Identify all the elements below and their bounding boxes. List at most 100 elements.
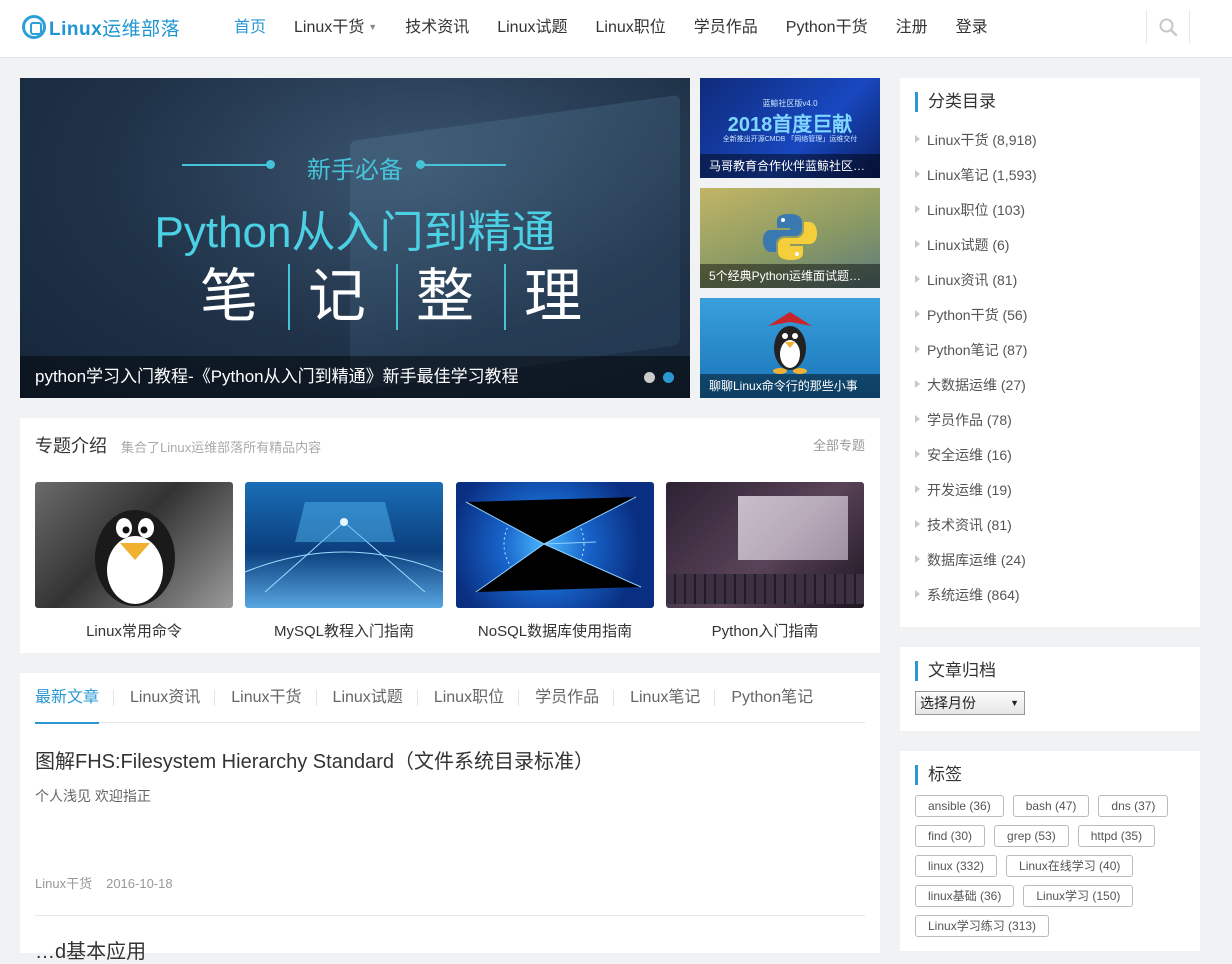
tux-penguin-icon (95, 510, 175, 606)
nav-item-student-works[interactable]: 学员作品 (680, 0, 772, 58)
slider-dot-2[interactable] (663, 372, 674, 383)
nav-item-home[interactable]: 首页 (220, 0, 280, 58)
slider-note-char: 记 (288, 264, 366, 330)
month-select[interactable]: 选择月份 ▼ (915, 691, 1025, 715)
post-category[interactable]: Linux干货 (35, 876, 92, 891)
category-item[interactable]: Linux试题 (6) (915, 234, 1037, 269)
tag-item[interactable]: Linux在线学习 (40) (1006, 855, 1134, 877)
month-select-value: 选择月份 (920, 695, 976, 711)
tag-item[interactable]: httpd (35) (1077, 825, 1156, 847)
tab-linux-notes[interactable]: Linux笔记 (630, 673, 716, 723)
tab-linux-ganhuo[interactable]: Linux干货 (231, 673, 317, 723)
logo-text: Linux运维部落 (49, 18, 181, 40)
site-logo[interactable]: Linux运维部落 (22, 12, 180, 42)
tab-latest[interactable]: 最新文章 (35, 673, 115, 724)
feature-headline: 2018首度巨献 (727, 114, 853, 136)
post-title[interactable]: 图解FHS:Filesystem Hierarchy Standard（文件系统… (35, 745, 594, 774)
topic-name: MySQL教程入门指南 (273, 623, 414, 640)
category-item[interactable]: 技术资讯 (81) (915, 514, 1037, 549)
tab-python-notes[interactable]: Python笔记 (731, 673, 828, 723)
search-button[interactable] (1146, 10, 1190, 44)
tag-item[interactable]: Linux学习 (150) (1023, 885, 1134, 907)
tab-linux-exam[interactable]: Linux试题 (333, 673, 419, 723)
tag-cloud: ansible (36) bash (47) dns (37) find (30… (915, 795, 1190, 937)
nav-item-linux-ganhuo[interactable]: Linux干货 ▼ (280, 0, 391, 58)
articles-card: 最新文章 Linux资讯 Linux干货 Linux试题 Linux职位 学员作… (20, 673, 880, 963)
topics-title: 专题介绍 (35, 436, 107, 456)
topic-thumbnail (245, 482, 443, 608)
nav-item-register[interactable]: 注册 (882, 0, 942, 58)
slider-note-char: 整 (396, 264, 474, 330)
tag-item[interactable]: ansible (36) (915, 795, 1004, 817)
slider-note-char: 理 (504, 264, 582, 330)
monitor-screen-image (738, 496, 848, 560)
slider-note-char: 笔 (200, 262, 259, 330)
tag-item[interactable]: linux (332) (915, 855, 998, 877)
category-item[interactable]: 数据库运维 (24) (915, 549, 1037, 584)
tag-item[interactable]: find (30) (915, 825, 986, 847)
topic-item[interactable]: NoSQL数据库使用指南 (456, 482, 654, 641)
tab-linux-jobs[interactable]: Linux职位 (434, 673, 520, 723)
category-item[interactable]: Linux笔记 (1,593) (915, 164, 1037, 199)
topic-thumbnail (456, 482, 654, 608)
widget-title: 标签 (915, 765, 962, 785)
search-icon (1159, 18, 1178, 37)
slider-subtitle: 新手必备 (307, 157, 403, 184)
hero-slider[interactable]: 新手必备 Python从入门到精通 笔 记 整 理 python学习入门教程-《… (20, 78, 690, 398)
topic-item[interactable]: Linux常用命令 (35, 482, 233, 641)
topic-name: Python入门指南 (711, 623, 819, 640)
logo-icon (22, 15, 46, 39)
tag-item[interactable]: bash (47) (1012, 795, 1090, 817)
nav-item-python[interactable]: Python干货 (772, 0, 882, 58)
category-item[interactable]: Linux资讯 (81) (915, 269, 1037, 304)
category-item[interactable]: 开发运维 (19) (915, 479, 1037, 514)
nav-item-linux-exam[interactable]: Linux试题 (483, 0, 581, 58)
top-navigation-bar: Linux运维部落 首页 Linux干货 ▼ 技术资讯 Linux试题 Linux… (0, 0, 1232, 58)
keyboard-image (666, 574, 864, 604)
article-tabs: 最新文章 Linux资讯 Linux干货 Linux试题 Linux职位 学员作… (35, 673, 865, 724)
category-item[interactable]: 安全运维 (16) (915, 444, 1037, 479)
category-item[interactable]: 系统运维 (864) (915, 584, 1037, 619)
slider-caption[interactable]: python学习入门教程-《Python从入门到精通》新手最佳学习教程 (20, 356, 690, 398)
topics-description: 集合了Linux运维部落所有精品内容 (121, 440, 322, 455)
feature-card-linux-cli[interactable]: 聊聊Linux命令行的那些小事 (700, 298, 880, 398)
slider-dot-1[interactable] (644, 372, 655, 383)
topic-name: Linux常用命令 (86, 623, 182, 640)
tux-penguin-icon (768, 312, 812, 374)
tab-linux-news[interactable]: Linux资讯 (130, 673, 216, 723)
topic-item[interactable]: Python入门指南 (666, 482, 864, 641)
python-logo-icon (763, 214, 817, 260)
feature-caption: 5个经典Python运维面试题，你都会吗？ (700, 264, 880, 288)
category-item[interactable]: Linux职位 (103) (915, 199, 1037, 234)
topics-card: 专题介绍 集合了Linux运维部落所有精品内容 全部专题 Linux常用命令 M… (20, 418, 880, 653)
topic-name: NoSQL数据库使用指南 (477, 623, 633, 640)
feature-card-bluewhale[interactable]: 蓝鲸社区版v4.0 2018首度巨献 全新推出开源CMDB 「网络管理」运维交付… (700, 78, 880, 178)
nav-item-tech-news[interactable]: 技术资讯 (391, 0, 483, 58)
category-item[interactable]: Python笔记 (87) (915, 339, 1037, 374)
post-title[interactable]: …d基本应用 (35, 935, 146, 964)
category-item[interactable]: Python干货 (56) (915, 304, 1037, 339)
category-list: Linux干货 (8,918) Linux笔记 (1,593) Linux职位 … (915, 129, 1037, 619)
nav-item-linux-jobs[interactable]: Linux职位 (581, 0, 679, 58)
tag-item[interactable]: grep (53) (994, 825, 1069, 847)
post-date: 2016-10-18 (106, 876, 173, 891)
tag-item[interactable]: Linux学习练习 (313) (915, 915, 1050, 937)
category-item[interactable]: 大数据运维 (27) (915, 374, 1037, 409)
category-item[interactable]: 学员作品 (78) (915, 409, 1037, 444)
feature-bottom-text: 全新推出开源CMDB 「网络管理」运维交付 (722, 136, 858, 143)
slider-title: Python从入门到精通 (154, 208, 556, 257)
widget-title: 文章归档 (915, 661, 996, 681)
feature-card-python-interview[interactable]: 5个经典Python运维面试题，你都会吗？ (700, 188, 880, 288)
slider-pagination (644, 372, 674, 383)
slider-notes: 笔 记 整 理 (200, 264, 582, 330)
tag-item[interactable]: dns (37) (1098, 795, 1169, 817)
nav-item-login[interactable]: 登录 (942, 0, 1002, 58)
post-meta: Linux干货 2016-10-18 (35, 873, 173, 892)
category-item[interactable]: Linux干货 (8,918) (915, 129, 1037, 164)
tag-item[interactable]: linux基础 (36) (915, 885, 1015, 907)
all-topics-link[interactable]: 全部专题 (813, 435, 865, 454)
tab-student-works[interactable]: 学员作品 (535, 673, 615, 723)
archive-widget: 文章归档 选择月份 ▼ (900, 647, 1200, 731)
topic-thumbnail (35, 482, 233, 608)
topic-item[interactable]: MySQL教程入门指南 (245, 482, 443, 641)
